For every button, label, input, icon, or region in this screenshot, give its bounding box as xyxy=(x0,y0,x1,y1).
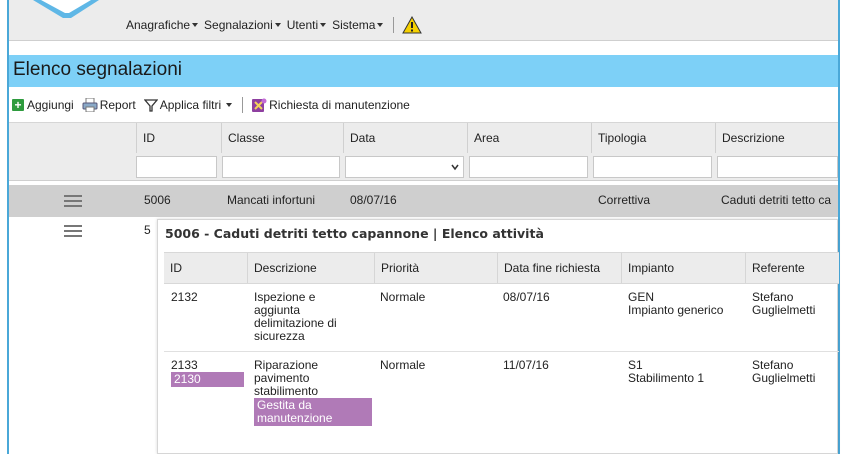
chevron-down-icon xyxy=(320,23,327,27)
column-header-area[interactable]: Area xyxy=(467,123,591,153)
page-title: Elenco segnalazioni xyxy=(13,59,183,80)
main-menu: Anagrafiche Segnalazioni Utenti Sistema xyxy=(126,15,423,35)
activity-list-panel: 5006 - Caduti detriti tetto capannone | … xyxy=(157,219,839,454)
activity-column-header-referente[interactable]: Referente xyxy=(745,253,839,283)
hamburger-menu-icon[interactable] xyxy=(64,195,82,207)
menu-separator xyxy=(393,17,395,33)
warning-icon[interactable] xyxy=(402,16,423,34)
grid-header: ID Classe Data Area Tipologia Descrizion… xyxy=(9,122,838,181)
activity-cell-data-fine: 11/07/16 xyxy=(503,358,549,372)
menu-anagrafiche-label: Anagrafiche xyxy=(126,18,191,32)
table-row[interactable]: 5006 Mancati infortuni 08/07/16 Corretti… xyxy=(9,185,838,217)
activity-cell-descrizione: Riparazione pavimento stabilimento Gesti… xyxy=(254,359,372,426)
activity-cell-data-fine: 08/07/16 xyxy=(503,290,550,304)
cell-tipologia: Correttiva xyxy=(598,193,651,207)
menu-segnalazioni[interactable]: Segnalazioni xyxy=(204,18,281,32)
maintenance-request-label: Richiesta di manutenzione xyxy=(269,98,410,112)
chevron-down-icon xyxy=(451,164,459,171)
filter-input-classe[interactable] xyxy=(222,156,340,178)
apply-filters-label: Applica filtri xyxy=(159,98,222,112)
activity-row[interactable]: 2133 2130 Riparazione pavimento stabilim… xyxy=(164,352,839,442)
column-header-tipologia[interactable]: Tipologia xyxy=(591,123,715,153)
cell-descrizione: Caduti detriti tetto ca xyxy=(721,193,832,207)
column-header-descrizione[interactable]: Descrizione xyxy=(715,123,838,153)
report-button[interactable]: Report xyxy=(82,98,136,112)
menu-anagrafiche[interactable]: Anagrafiche xyxy=(126,18,199,32)
filter-input-descrizione[interactable] xyxy=(717,156,838,178)
cell-id: 5006 xyxy=(144,193,171,207)
maintenance-icon xyxy=(252,98,267,112)
activity-cell-impianto: GEN Impianto generico xyxy=(628,291,723,317)
chevron-down-icon xyxy=(377,23,384,27)
chevron-down-icon xyxy=(274,23,281,27)
add-button[interactable]: + Aggiungi xyxy=(12,98,74,112)
activity-id: 2133 xyxy=(171,358,198,372)
activity-description-line: sicurezza xyxy=(254,329,305,343)
filter-select-data[interactable] xyxy=(345,156,464,178)
activity-cell-referente: Stefano Guglielmetti xyxy=(752,359,815,385)
toolbar: + Aggiungi Report Applica filtri Richies… xyxy=(9,93,838,117)
activity-cell-id: 2133 2130 xyxy=(171,359,244,387)
menu-utenti[interactable]: Utenti xyxy=(286,18,327,32)
activity-cell-priorita: Normale xyxy=(380,358,426,372)
cell-id: 5 xyxy=(144,223,151,237)
menu-sistema[interactable]: Sistema xyxy=(332,18,384,32)
filter-input-id[interactable] xyxy=(136,156,217,178)
activity-cell-descrizione: Ispezione e aggiunta delimitazione di si… xyxy=(254,291,337,343)
menu-utenti-label: Utenti xyxy=(286,18,319,32)
cell-classe: Mancati infortuni xyxy=(227,193,316,207)
activity-column-header-impianto[interactable]: Impianto xyxy=(621,253,745,283)
chevron-down-icon xyxy=(226,103,233,107)
activity-grid-header: ID Descrizione Priorità Data fine richie… xyxy=(164,252,839,284)
menu-sistema-label: Sistema xyxy=(332,18,376,32)
activity-column-header-id[interactable]: ID xyxy=(164,253,247,283)
activity-panel-title: 5006 - Caduti detriti tetto capannone | … xyxy=(165,226,544,241)
plus-icon: + xyxy=(12,99,24,111)
menu-segnalazioni-label: Segnalazioni xyxy=(204,18,273,32)
referente-last-name: Guglielmetti xyxy=(752,371,816,385)
activity-cell-id: 2132 xyxy=(171,290,198,304)
activity-cell-impianto: S1 Stabilimento 1 xyxy=(628,359,704,385)
impianto-name: Stabilimento 1 xyxy=(628,371,705,385)
activity-cell-priorita: Normale xyxy=(380,290,426,304)
filter-input-tipologia[interactable] xyxy=(593,156,712,178)
column-header-classe[interactable]: Classe xyxy=(221,123,343,153)
impianto-name: Impianto generico xyxy=(628,303,724,317)
add-button-label: Aggiungi xyxy=(27,98,74,112)
linked-activity-badge[interactable]: 2130 xyxy=(171,372,244,387)
report-button-label: Report xyxy=(99,98,136,112)
hamburger-menu-icon[interactable] xyxy=(64,225,82,237)
filter-icon xyxy=(143,98,158,112)
printer-icon xyxy=(82,98,98,112)
app-logo xyxy=(33,0,99,18)
activity-description-line: stabilimento xyxy=(254,384,319,398)
activity-column-header-data-fine[interactable]: Data fine richiesta xyxy=(497,253,621,283)
managed-by-maintenance-badge: Gestita da manutenzione xyxy=(254,398,372,426)
apply-filters-button[interactable]: Applica filtri xyxy=(143,98,233,112)
filter-input-area[interactable] xyxy=(469,156,588,178)
column-header-data[interactable]: Data xyxy=(343,123,467,153)
maintenance-request-button[interactable]: Richiesta di manutenzione xyxy=(251,98,410,113)
toolbar-separator xyxy=(242,97,244,113)
page-title-bar: Elenco segnalazioni xyxy=(9,55,838,87)
activity-cell-referente: Stefano Guglielmetti xyxy=(752,291,815,317)
chevron-down-icon xyxy=(192,23,199,27)
top-menu-bar: Anagrafiche Segnalazioni Utenti Sistema xyxy=(9,0,838,41)
cell-data: 08/07/16 xyxy=(350,193,397,207)
activity-row[interactable]: 2132 Ispezione e aggiunta delimitazione … xyxy=(164,284,839,352)
activity-column-header-priorita[interactable]: Priorità xyxy=(374,253,497,283)
activity-column-header-descrizione[interactable]: Descrizione xyxy=(247,253,374,283)
badge-line: manutenzione xyxy=(257,411,333,425)
referente-last-name: Guglielmetti xyxy=(752,303,816,317)
column-header-id[interactable]: ID xyxy=(136,123,221,153)
